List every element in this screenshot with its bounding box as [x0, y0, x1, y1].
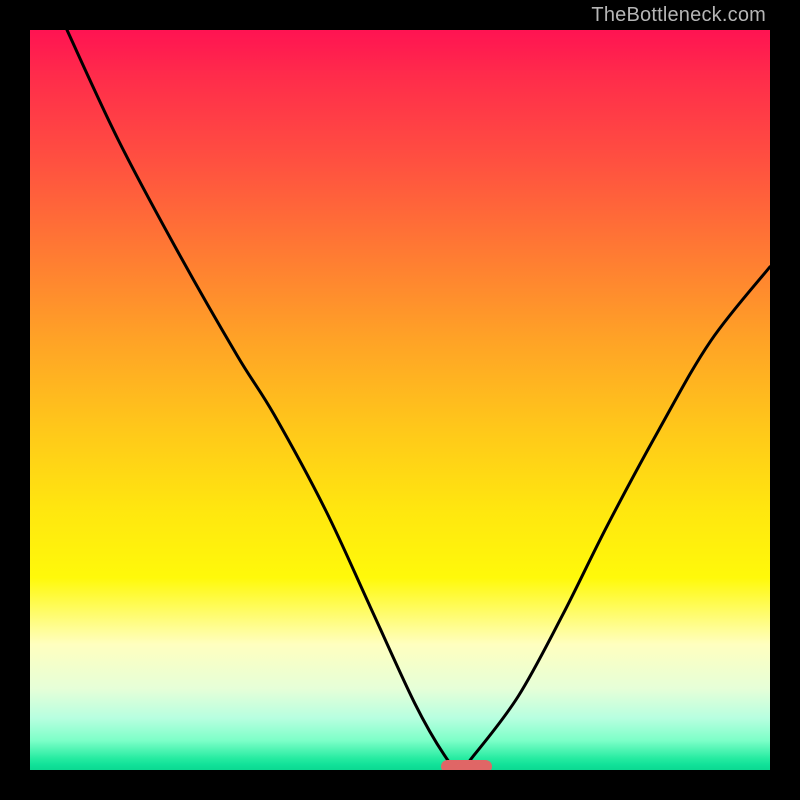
- optimal-marker: [441, 760, 493, 770]
- gradient-background: [30, 30, 770, 770]
- plot-area: [30, 30, 770, 770]
- chart-frame: TheBottleneck.com: [0, 0, 800, 800]
- watermark-text: TheBottleneck.com: [591, 4, 766, 27]
